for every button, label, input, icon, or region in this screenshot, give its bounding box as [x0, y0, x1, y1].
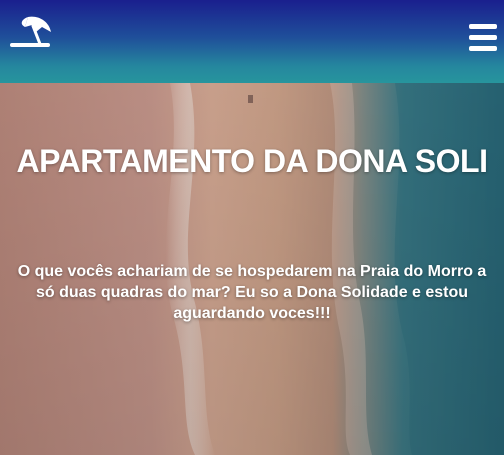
- menu-line: [469, 35, 497, 40]
- page-title: APARTAMENTO DA DONA SOLI: [16, 143, 488, 179]
- beach-umbrella-icon[interactable]: [8, 13, 54, 49]
- navbar: [0, 0, 504, 83]
- hero-section: APARTAMENTO DA DONA SOLI O que vocês ach…: [0, 83, 504, 455]
- page: APARTAMENTO DA DONA SOLI O que vocês ach…: [0, 0, 504, 455]
- hero-description: O que vocês achariam de se hospedarem na…: [17, 263, 487, 322]
- menu-line: [469, 46, 497, 51]
- menu-line: [469, 24, 497, 29]
- hamburger-menu-icon[interactable]: [469, 24, 497, 52]
